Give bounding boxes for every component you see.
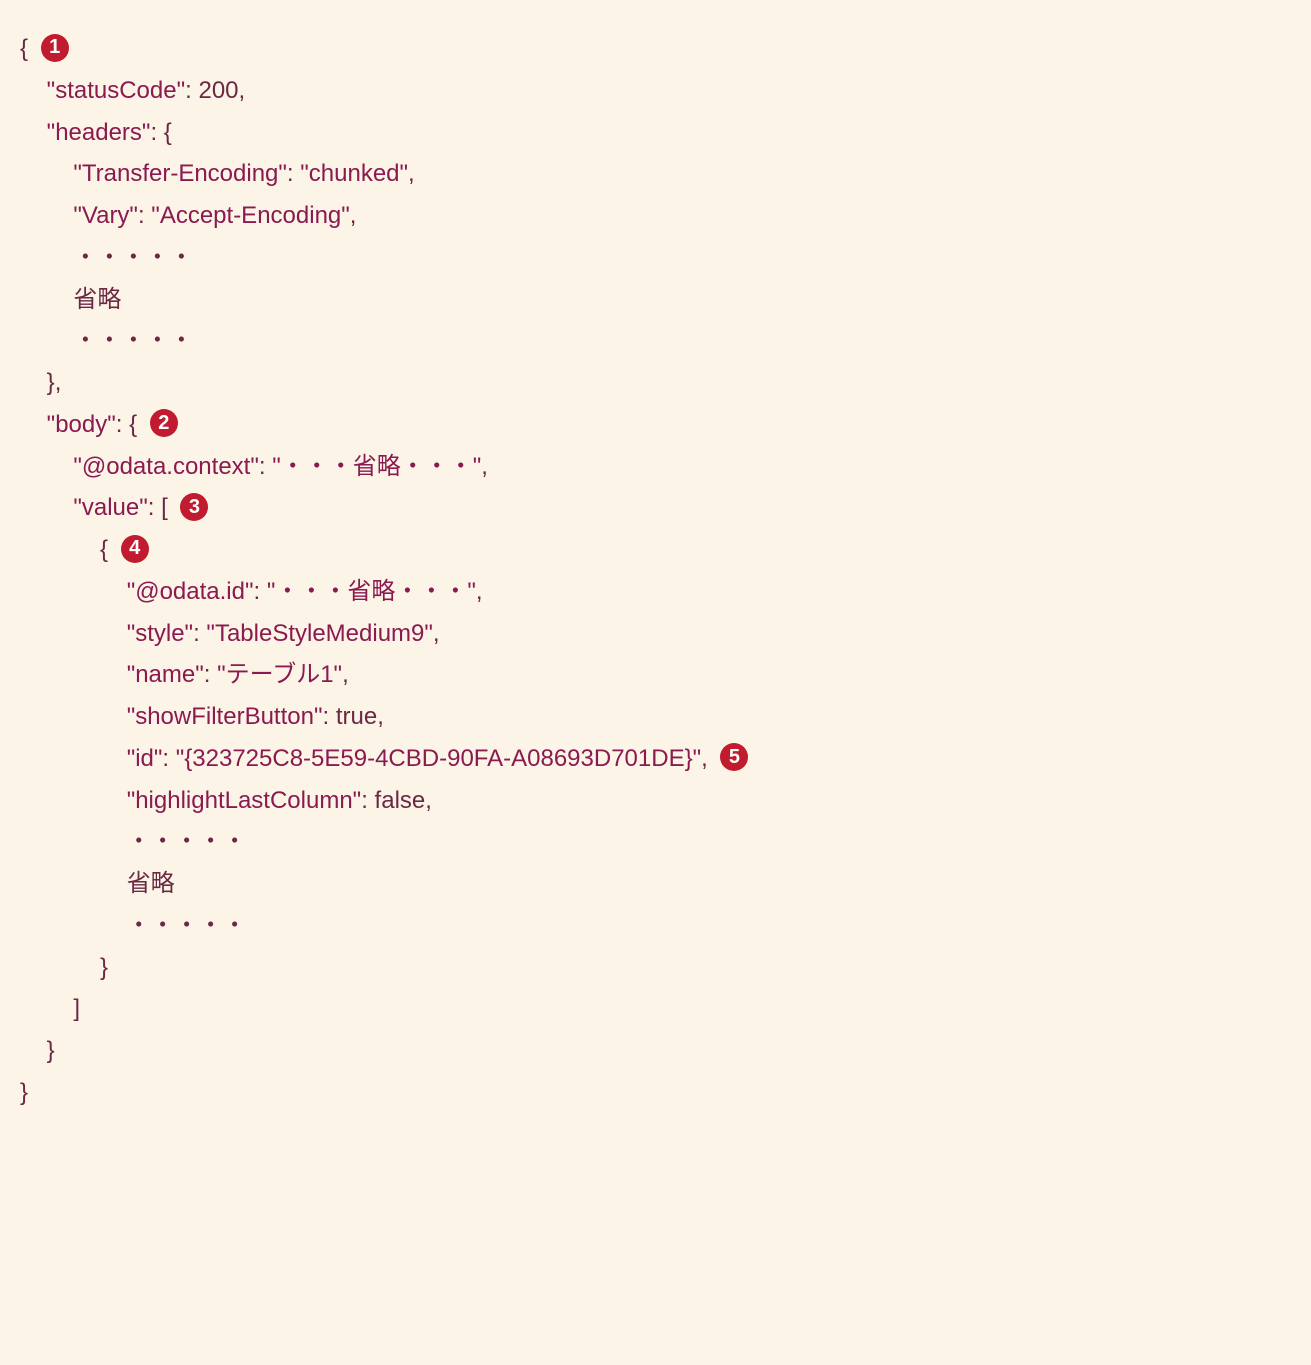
val-transfer-encoding: "chunked" <box>300 160 408 187</box>
dots: ・・・・・ <box>127 828 247 855</box>
key-highlight: "highlightLastColumn" <box>127 787 362 814</box>
badge-5: 5 <box>720 743 748 771</box>
val-vary: "Accept-Encoding" <box>151 202 349 229</box>
code-block: { 1 "statusCode": 200, "headers": { "Tra… <box>20 28 1291 1114</box>
val-name: "テーブル1" <box>217 661 342 688</box>
key-transfer-encoding: "Transfer-Encoding" <box>73 160 287 187</box>
val-true: true <box>336 703 377 730</box>
badge-2: 2 <box>150 409 178 437</box>
key-headers: "headers" <box>47 119 151 146</box>
omit-text: 省略 <box>73 286 121 313</box>
brace-open: { <box>20 35 28 62</box>
key-style: "style" <box>127 620 193 647</box>
val-odata-context: "・・・省略・・・" <box>272 453 481 480</box>
val-false: false <box>375 787 426 814</box>
key-id: "id" <box>127 745 163 772</box>
dots: ・・・・・ <box>73 327 193 354</box>
dots: ・・・・・ <box>73 244 193 271</box>
brace-close: } <box>20 1079 28 1106</box>
key-value: "value" <box>73 494 147 521</box>
key-body: "body" <box>47 411 116 438</box>
key-statuscode: "statusCode" <box>47 77 185 104</box>
badge-4: 4 <box>121 535 149 563</box>
key-odata-context: "@odata.context" <box>73 453 259 480</box>
key-odata-id: "@odata.id" <box>127 578 254 605</box>
key-vary: "Vary" <box>73 202 138 229</box>
val-odata-id: "・・・省略・・・" <box>267 578 476 605</box>
omit-text: 省略 <box>127 870 175 897</box>
val-id: "{323725C8-5E59-4CBD-90FA-A08693D701DE}" <box>176 745 701 772</box>
badge-1: 1 <box>41 34 69 62</box>
badge-3: 3 <box>180 493 208 521</box>
dots: ・・・・・ <box>127 912 247 939</box>
val-statuscode: 200 <box>198 77 238 104</box>
key-name: "name" <box>127 661 204 688</box>
key-showfilter: "showFilterButton" <box>127 703 323 730</box>
val-style: "TableStyleMedium9" <box>206 620 432 647</box>
